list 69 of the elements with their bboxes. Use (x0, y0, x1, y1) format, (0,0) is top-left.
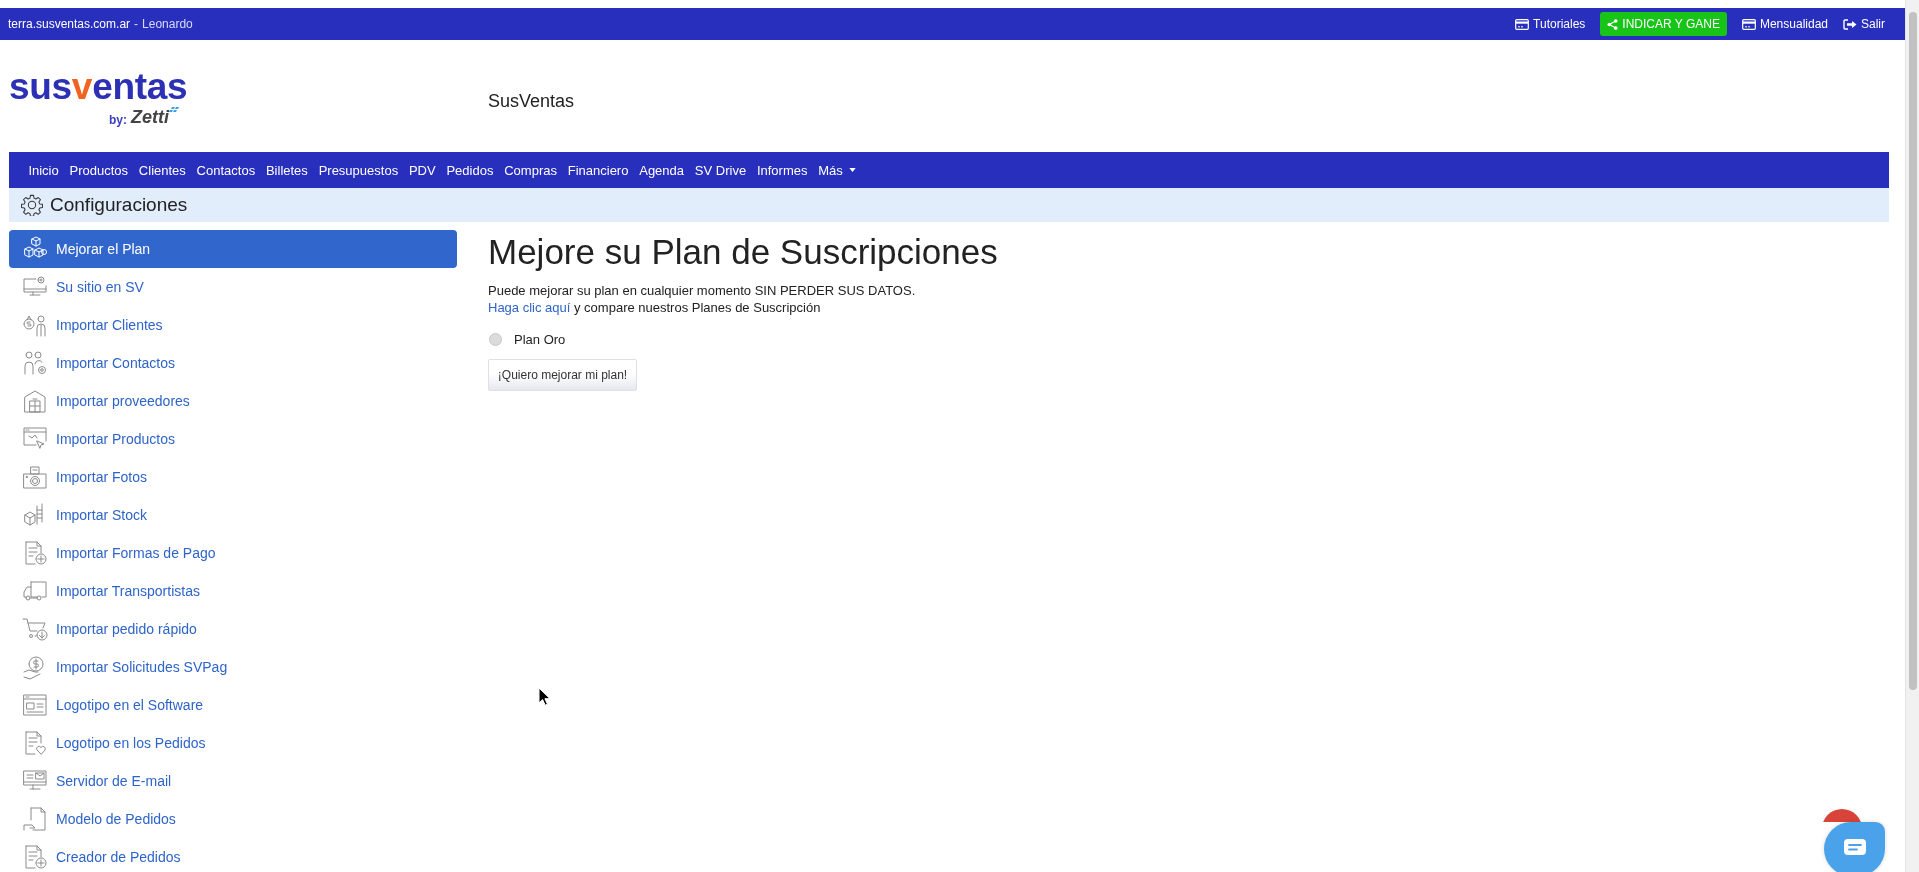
document-plus-icon (22, 844, 48, 870)
top-bar-link[interactable]: Salir (1843, 17, 1885, 31)
sidebar-item[interactable]: Importar Fotos (9, 458, 457, 496)
plan-label: Plan Oro (514, 332, 566, 347)
top-bar-link[interactable]: Mensualidad (1741, 17, 1828, 31)
share-icon (1607, 18, 1619, 30)
sidebar-item[interactable]: Logotipo en los Pedidos (9, 724, 457, 762)
nav-link[interactable]: Productos (64, 162, 134, 178)
chat-button[interactable] (1824, 822, 1885, 872)
nav-link[interactable]: Agenda (633, 162, 690, 178)
money-bag-person-icon (22, 312, 48, 338)
user-name: Leonardo (142, 17, 193, 31)
sidebar-item[interactable]: Servidor de E-mail (9, 762, 457, 800)
compare-plans-text: Haga clic aquí y compare nuestros Planes de Suscripción (488, 299, 822, 316)
site-address: terra.susventas.com.ar (8, 17, 131, 31)
page-title: Mejore su Plan de Suscripciones (488, 231, 998, 273)
sidebar-item[interactable]: Importar Clientes (9, 306, 457, 344)
mouse-pointer-icon (538, 687, 550, 706)
sidebar-item[interactable]: Mejorar el Plan (9, 230, 457, 268)
nav-link[interactable]: Presupuestos (313, 162, 404, 178)
nav-link[interactable]: Billetes (260, 162, 314, 178)
sidebar-item[interactable]: Importar Productos (9, 420, 457, 458)
camera-icon (22, 464, 48, 490)
separator: - (134, 17, 139, 31)
nav-link[interactable]: Informes (751, 162, 813, 178)
nav-link[interactable]: Compras (498, 162, 563, 178)
settings-icon (21, 194, 43, 216)
sidebar-item[interactable]: Su sitio en SV (9, 268, 457, 306)
document-hand-icon (22, 806, 48, 832)
nav-link[interactable]: Pedidos (441, 162, 499, 178)
sidebar-item[interactable]: Importar Stock (9, 496, 457, 534)
card-icon (1515, 18, 1530, 30)
logo-mark-icon (169, 107, 179, 115)
sidebar-item[interactable]: Importar Contactos (9, 344, 457, 382)
nav-link[interactable]: Más (812, 162, 862, 178)
nav-link[interactable]: Inicio (23, 162, 65, 178)
sidebar-item[interactable]: Importar pedido rápido (9, 610, 457, 648)
nav-link[interactable]: Clientes (133, 162, 192, 178)
truck-icon (22, 578, 48, 604)
sidebar-item[interactable]: Importar proveedores (9, 382, 457, 420)
people-at-icon (22, 350, 48, 376)
sidebar-item[interactable]: Importar Solicitudes SVPag (9, 648, 457, 686)
sidebar-item[interactable]: Logotipo en el Software (9, 686, 457, 724)
section-title: Configuraciones (50, 194, 188, 216)
card-icon (1741, 18, 1756, 30)
window-layout-icon (22, 692, 48, 718)
logo-wordmark: susventas (9, 69, 188, 105)
app-title: SusVentas (488, 90, 575, 112)
nav-link[interactable]: Contactos (191, 162, 261, 178)
chat-icon (1843, 839, 1866, 855)
logo-brand-text: Zetti (131, 107, 169, 127)
sidebar-item[interactable]: Creador de Pedidos (9, 838, 457, 872)
sidebar-item[interactable]: Modelo de Pedidos (9, 800, 457, 838)
nav-link[interactable]: SV Drive (689, 162, 752, 178)
scrollbar-thumb[interactable] (1909, 12, 1917, 690)
top-bar-link[interactable]: Tutoriales (1515, 17, 1586, 31)
sign-out-icon (1843, 18, 1857, 30)
document-heart-icon (22, 730, 48, 756)
sidebar-item[interactable]: Importar Formas de Pago (9, 534, 457, 572)
logo-by-text: by: (109, 113, 127, 127)
upgrade-plan-button[interactable]: ¡Quiero mejorar mi plan! (488, 359, 637, 391)
sidebar-item[interactable]: Importar Transportistas (9, 572, 457, 610)
warehouse-icon (22, 388, 48, 414)
intro-text: Puede mejorar su plan en cualquier momento SIN PERDER SUS DATOS. (488, 282, 917, 299)
nav-link[interactable]: PDV (403, 162, 442, 178)
nav-link[interactable]: Financiero (562, 162, 634, 178)
cart-download-icon (22, 616, 48, 642)
document-plus-icon (22, 540, 48, 566)
compare-plans-link[interactable]: Haga clic aquí (488, 300, 571, 315)
